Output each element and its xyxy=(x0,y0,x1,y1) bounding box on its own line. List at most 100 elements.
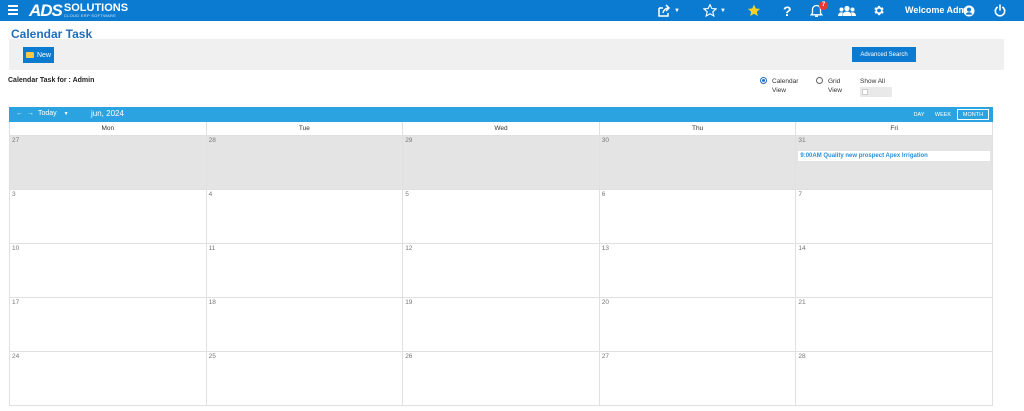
day-cell[interactable]: 5 xyxy=(403,190,600,243)
menu-icon[interactable] xyxy=(8,3,18,17)
day-cell[interactable]: 7 xyxy=(796,190,993,243)
grid-view-label-2: View xyxy=(828,87,842,94)
show-all-label: Show All xyxy=(860,78,885,85)
day-number: 25 xyxy=(208,353,216,360)
power-icon[interactable] xyxy=(994,2,1006,19)
day-number: 19 xyxy=(405,299,413,306)
logo[interactable]: ADS SOLUTIONS CLOUD ERP SOFTWARE xyxy=(29,1,128,20)
day-number: 3 xyxy=(12,191,16,198)
day-cell[interactable]: 19 xyxy=(403,298,600,351)
notification-badge: 7 xyxy=(819,1,828,10)
week-view-button[interactable]: WEEK xyxy=(932,109,954,120)
day-number: 10 xyxy=(12,245,20,252)
day-cell[interactable]: 17 xyxy=(9,298,207,351)
calendar-week: 24 25 26 27 28 xyxy=(9,352,993,406)
weekday-header: Mon Tue Wed Thu Fri xyxy=(9,122,993,136)
calendar-week: 3 4 5 6 7 xyxy=(9,190,993,244)
day-cell[interactable]: 30 xyxy=(599,136,797,189)
day-cell[interactable]: 21 xyxy=(796,298,993,351)
month-label: jun, 2024 xyxy=(91,109,124,118)
calendar-week: 17 18 19 20 21 xyxy=(9,298,993,352)
day-number: 7 xyxy=(798,191,802,198)
day-cell[interactable]: 26 xyxy=(403,352,600,405)
calendar-event[interactable]: 9:00AM Quality new prospect Apex Irrigat… xyxy=(798,151,990,161)
show-all-toggle[interactable] xyxy=(860,87,892,97)
day-cell[interactable]: 11 xyxy=(207,244,404,297)
day-number: 28 xyxy=(798,353,806,360)
day-number: 27 xyxy=(12,137,20,144)
action-toolbar: New Advanced Search xyxy=(9,39,1004,70)
day-view-button[interactable]: DAY xyxy=(910,109,928,120)
help-icon[interactable]: ? xyxy=(783,2,792,19)
day-cell[interactable]: 18 xyxy=(207,298,404,351)
weekday-thu: Thu xyxy=(600,122,797,135)
day-cell[interactable]: 24 xyxy=(9,352,207,405)
grid-view-radio[interactable] xyxy=(816,77,823,84)
day-cell[interactable]: 10 xyxy=(9,244,207,297)
day-number: 11 xyxy=(208,245,216,252)
star-outline-icon[interactable]: ▼ xyxy=(703,2,726,19)
gear-icon[interactable] xyxy=(872,2,885,19)
calendar-view-label-2: View xyxy=(772,87,786,94)
day-number: 27 xyxy=(601,353,610,360)
day-number: 6 xyxy=(601,191,606,198)
calendar-view-radio[interactable] xyxy=(760,77,767,84)
day-cell[interactable]: 13 xyxy=(600,244,797,297)
day-number: 12 xyxy=(405,245,413,252)
day-cell[interactable]: 29 xyxy=(403,136,600,189)
weekday-mon: Mon xyxy=(9,122,207,135)
day-cell[interactable]: 27 xyxy=(9,136,207,189)
weekday-tue: Tue xyxy=(207,122,404,135)
advanced-search-button[interactable]: Advanced Search xyxy=(852,47,916,62)
user-circle-icon[interactable] xyxy=(963,2,975,19)
today-caret-icon: ▼ xyxy=(63,111,69,117)
calendar-view-option[interactable]: Calendar View xyxy=(760,77,798,95)
day-cell[interactable]: 27 xyxy=(600,352,797,405)
logo-tag: CLOUD ERP SOFTWARE xyxy=(63,13,117,18)
grid-view-label: Grid xyxy=(828,78,841,85)
day-cell[interactable]: 31 9:00AM Quality new prospect Apex Irri… xyxy=(796,136,993,189)
new-button[interactable]: New xyxy=(23,47,54,63)
day-cell[interactable]: 28 xyxy=(206,136,404,189)
day-number: 13 xyxy=(601,245,610,252)
day-number: 30 xyxy=(601,137,610,144)
day-number: 20 xyxy=(601,299,610,306)
calendar-header: ← → Today ▼ jun, 2024 DAY WEEK MONTH xyxy=(9,107,993,122)
grid-view-option[interactable]: Grid View xyxy=(816,77,842,95)
day-number: 4 xyxy=(208,191,213,198)
day-number: 5 xyxy=(405,191,409,198)
prev-month-icon[interactable]: ← xyxy=(16,110,23,117)
day-cell[interactable]: 4 xyxy=(207,190,404,243)
day-cell[interactable]: 14 xyxy=(796,244,993,297)
star-filled-icon[interactable] xyxy=(747,2,761,19)
calendar-grid: 27 28 29 30 31 9:00AM Quality new prospe… xyxy=(9,136,993,406)
day-number: 29 xyxy=(405,137,413,144)
month-view-button[interactable]: MONTH xyxy=(957,109,989,120)
share-icon[interactable]: ▼ xyxy=(657,2,680,19)
folder-icon xyxy=(25,52,34,58)
weekday-fri: Fri xyxy=(796,122,993,135)
day-number: 14 xyxy=(798,245,806,252)
today-button[interactable]: Today ▼ xyxy=(38,110,69,117)
calendar-week: 27 28 29 30 31 9:00AM Quality new prospe… xyxy=(9,136,993,190)
users-icon[interactable] xyxy=(838,2,856,19)
calendar-week: 10 11 12 13 14 xyxy=(9,244,993,298)
day-number: 31 xyxy=(798,137,806,144)
logo-main: ADS xyxy=(29,0,63,20)
day-cell[interactable]: 28 xyxy=(796,352,993,405)
day-cell[interactable]: 20 xyxy=(600,298,797,351)
day-number: 21 xyxy=(798,299,806,306)
today-label: Today xyxy=(38,110,57,117)
day-cell[interactable]: 12 xyxy=(403,244,600,297)
day-cell[interactable]: 6 xyxy=(600,190,797,243)
day-cell[interactable]: 3 xyxy=(9,190,207,243)
day-number: 26 xyxy=(405,353,413,360)
day-cell[interactable]: 25 xyxy=(207,352,404,405)
calendar-view-label: Calendar xyxy=(772,78,799,85)
day-number: 24 xyxy=(12,353,20,360)
day-number: 18 xyxy=(208,299,216,306)
next-month-icon[interactable]: → xyxy=(27,110,34,117)
top-navbar: ADS SOLUTIONS CLOUD ERP SOFTWARE ▼ ▼ ? 7… xyxy=(0,0,1024,21)
bell-icon[interactable]: 7 xyxy=(810,1,828,19)
calendar-owner-label: Calendar Task for : Admin xyxy=(8,77,95,84)
